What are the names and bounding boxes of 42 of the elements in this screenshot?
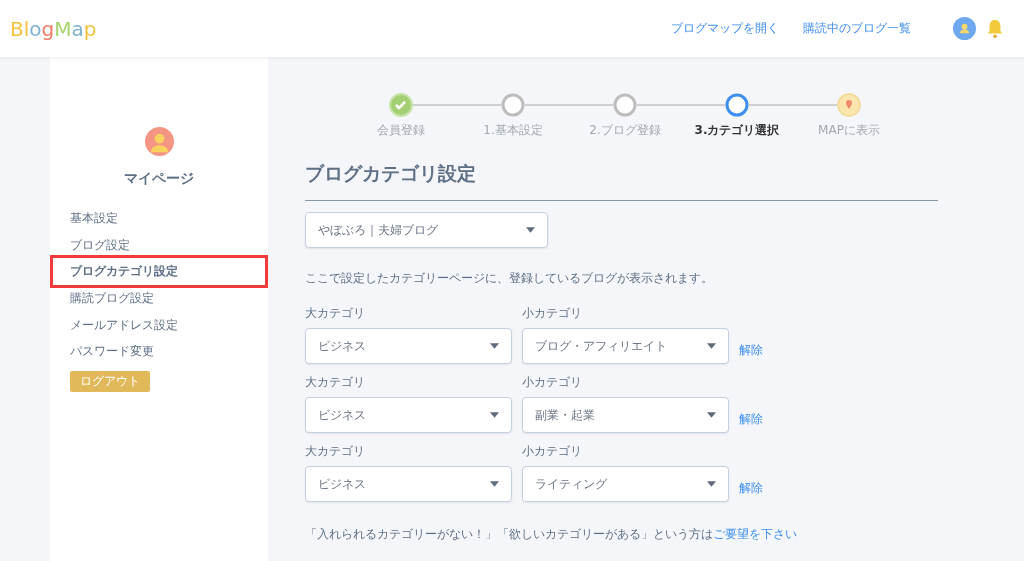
avatar-icon[interactable] bbox=[953, 17, 976, 40]
request-link[interactable]: ご要望を下さい bbox=[713, 527, 797, 541]
step-label: 1.基本設定 bbox=[483, 122, 543, 139]
sidebar-title: マイページ bbox=[124, 170, 194, 188]
step-label: 2.ブログ登録 bbox=[589, 122, 661, 139]
field-label: 小カテゴリ bbox=[522, 305, 583, 322]
major-category-select[interactable]: ビジネス bbox=[305, 466, 512, 502]
remove-link[interactable]: 解除 bbox=[739, 480, 763, 497]
minor-category-select[interactable]: ブログ・アフィリエイト bbox=[522, 328, 729, 364]
remove-link[interactable]: 解除 bbox=[739, 411, 763, 428]
caret-icon bbox=[707, 481, 716, 487]
caret-icon bbox=[490, 343, 499, 349]
sidebar-item[interactable]: メールアドレス設定 bbox=[50, 311, 268, 339]
caret-icon bbox=[490, 481, 499, 487]
user-avatar-icon bbox=[144, 127, 174, 156]
sidebar-item[interactable]: 基本設定 bbox=[50, 205, 268, 232]
field-label: 大カテゴリ bbox=[305, 374, 366, 391]
nav-link[interactable]: 購読中のブログ一覧 bbox=[803, 20, 911, 37]
field-label: 大カテゴリ bbox=[305, 443, 366, 460]
caret-icon bbox=[490, 412, 499, 418]
logo[interactable]: BlogMap bbox=[10, 16, 97, 41]
major-category-select[interactable]: ビジネス bbox=[305, 397, 512, 433]
nav-link[interactable]: ブログマップを開く bbox=[671, 20, 779, 37]
field-label: 小カテゴリ bbox=[522, 443, 583, 460]
caret-icon bbox=[707, 343, 716, 349]
minor-category-select[interactable]: ライティング bbox=[522, 466, 729, 502]
step-label: 会員登録 bbox=[377, 122, 425, 139]
caret-icon bbox=[526, 227, 535, 233]
step-label: MAPに表示 bbox=[818, 122, 880, 139]
field-label: 大カテゴリ bbox=[305, 305, 366, 322]
blog-select[interactable]: やぼぶろ｜夫婦ブログ bbox=[305, 212, 548, 248]
minor-category-select[interactable]: 副業・起業 bbox=[522, 397, 729, 433]
caret-icon bbox=[707, 412, 716, 418]
field-label: 小カテゴリ bbox=[522, 374, 583, 391]
note-text: 「入れられるカテゴリーがない！」「欲しいカテゴリーがある」という方は bbox=[305, 527, 713, 541]
sidebar-item[interactable]: パスワード変更 bbox=[50, 338, 268, 365]
description-text: ここで設定したカテゴリーページに、登録しているブログが表示されます。 bbox=[305, 270, 714, 287]
remove-link[interactable]: 解除 bbox=[739, 342, 763, 359]
major-category-select[interactable]: ビジネス bbox=[305, 328, 512, 364]
page-heading: ブログカテゴリ設定 bbox=[305, 161, 938, 201]
bell-icon[interactable] bbox=[986, 18, 1004, 39]
step-label: 3.カテゴリ選択 bbox=[694, 122, 780, 139]
